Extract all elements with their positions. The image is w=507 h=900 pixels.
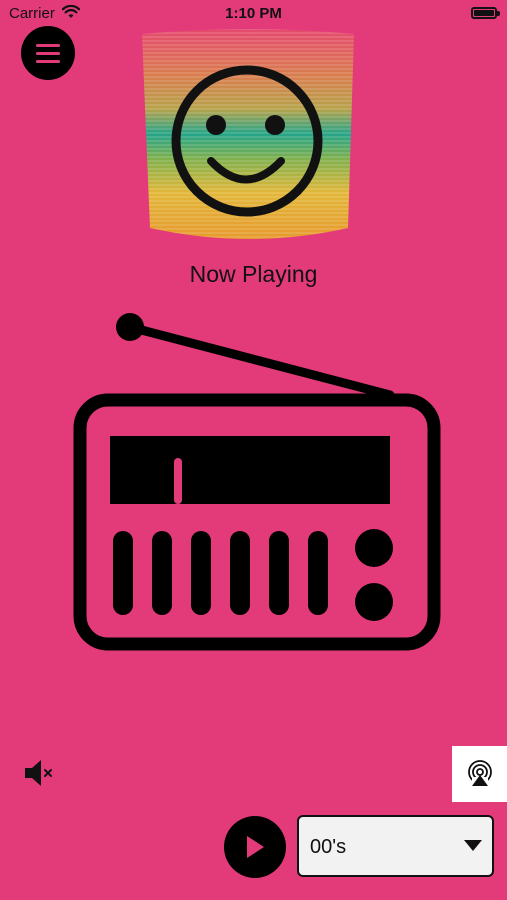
airplay-button[interactable] bbox=[452, 746, 507, 802]
menu-button[interactable] bbox=[21, 26, 75, 80]
album-art bbox=[140, 28, 360, 248]
chevron-down-icon bbox=[464, 840, 482, 851]
speaker-muted-icon bbox=[25, 760, 52, 786]
radio-icon bbox=[70, 308, 445, 658]
mute-button[interactable] bbox=[22, 756, 56, 790]
station-select[interactable]: 00's bbox=[297, 815, 494, 877]
play-button[interactable] bbox=[224, 816, 286, 878]
clock: 1:10 PM bbox=[225, 5, 282, 22]
battery-icon bbox=[471, 7, 500, 19]
airplay-icon bbox=[467, 760, 492, 787]
status-bar: Carrier 1:10 PM bbox=[0, 0, 507, 28]
now-playing-label: Now Playing bbox=[189, 261, 318, 287]
hamburger-menu-icon bbox=[36, 39, 60, 68]
station-select-value: 00's bbox=[310, 836, 347, 858]
play-icon bbox=[247, 836, 264, 858]
